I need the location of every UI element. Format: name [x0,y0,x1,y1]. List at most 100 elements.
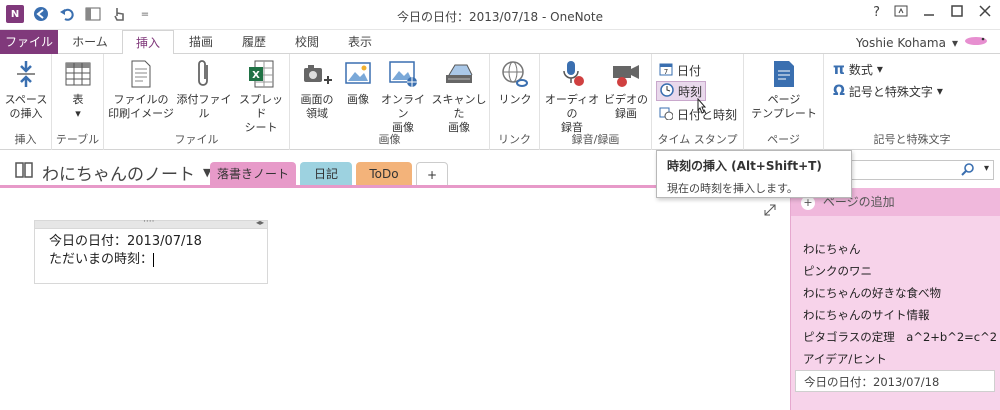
page-item[interactable]: ピンクのワニ [791,260,1000,282]
resize-arrows-icon[interactable]: ◂▸ [256,218,264,227]
picture-button[interactable]: 画像 [340,58,376,107]
attach-file-label: 添付ファイル [176,93,232,120]
date-button[interactable]: 7 日付 [656,60,704,80]
pi-icon: π [833,60,845,78]
scanner-icon [443,58,475,90]
scanned-image-button[interactable]: スキャンした 画像 [428,58,490,135]
record-audio-label: オーディオの [544,93,600,120]
group-label-symbols: 記号と特殊文字 [873,133,951,146]
record-audio-button[interactable]: オーディオの 録音 [542,58,602,135]
note-container-handle[interactable]: ···· ◂▸ [35,217,267,229]
section-tab-todo[interactable]: ToDo [356,162,412,186]
tab-draw[interactable]: 描画 [176,30,226,54]
page-item[interactable]: ピタゴラスの定理 a^2+b^2=c^2 [791,326,1000,348]
omega-icon: Ω [833,83,845,99]
printout-icon [125,58,157,90]
link-globe-icon [499,58,531,90]
page-template-button[interactable]: ページ テンプレート [748,58,820,121]
add-page-icon: + [801,196,815,210]
online-picture-label: オンライン [381,93,425,120]
notebook-icon [14,161,34,184]
record-video-label: ビデオの [604,93,648,106]
link-button[interactable]: リンク [494,58,536,107]
picture-icon [342,58,374,90]
help-button[interactable]: ? [873,5,880,21]
tab-view[interactable]: 表示 [334,30,386,54]
group-label-recording: 録音/録画 [571,133,620,146]
note-line-time-text: ただいまの時刻： [49,252,154,267]
insert-space-label: スペース [4,93,48,106]
search-input[interactable]: ▾ [840,160,994,180]
wani-avatar-icon [964,35,988,50]
notebook-selector[interactable]: わにちゃんのノート ▼ [14,160,211,185]
screen-clipping-button[interactable]: 画面の 領域 [292,58,342,121]
paperclip-icon [188,58,220,90]
picture-label: 画像 [347,93,369,106]
attach-file-button[interactable]: 添付ファイル [174,58,234,121]
svg-text:7: 7 [664,68,668,76]
ribbon-tabs: ファイル ホーム 挿入 描画 履歴 校閲 表示 Yoshie Kohama ▾ [0,30,1000,55]
group-recording: オーディオの 録音 ビデオの 録画 録音/録画 [540,54,652,150]
group-label-insert: 挿入 [14,133,37,146]
note-line-date[interactable]: 今日の日付：2013/07/18 [35,233,267,251]
tab-home[interactable]: ホーム [62,30,118,54]
tooltip: 時刻の挿入 (Alt+Shift+T) 現在の時刻を挿入します。 [656,150,852,198]
online-picture-button[interactable]: オンライン 画像 [376,58,430,135]
microphone-icon [556,58,588,90]
minimize-icon[interactable] [922,5,936,21]
group-label-page: ページ [767,133,800,146]
group-label-link: リンク [498,133,531,146]
page-item[interactable]: アイデア/ヒント [791,348,1000,370]
search-icon [961,162,975,179]
section-tab-scribble[interactable]: 落書きノート [210,162,296,186]
group-table: 表 ▾ テーブル [52,54,104,150]
section-tab-diary[interactable]: 日記 [300,162,352,186]
page-item[interactable]: わにちゃんの好きな食べ物 [791,282,1000,304]
time-label: 時刻 [678,84,703,99]
table-label: 表 [72,93,84,106]
tab-file[interactable]: ファイル [0,30,58,54]
group-label-timestamp: タイム スタンプ [657,133,738,146]
table-dropdown-icon: ▾ [75,107,81,120]
search-dropdown-icon[interactable]: ▾ [984,163,989,174]
equation-button[interactable]: π 数式 ▾ [830,59,886,79]
scanned-image-label: スキャンした [431,93,487,120]
page-item-selected[interactable]: 今日の日付：2013/07/18 [795,370,995,392]
page-item[interactable]: わにちゃん [791,238,1000,260]
close-icon[interactable] [978,5,992,21]
notebook-name: わにちゃんのノート [42,165,195,185]
page-list-pane: + ページの追加 わにちゃん ピンクのワニ わにちゃんの好きな食べ物 わにちゃん… [790,188,1000,410]
table-icon [62,58,94,90]
expand-icon[interactable] [764,204,776,219]
mouse-cursor-icon [694,97,708,119]
symbol-button[interactable]: Ω 記号と特殊文字 ▾ [830,81,946,101]
page-list-spacer [791,216,1000,238]
spreadsheet-button[interactable]: X スプレッド シート [234,58,288,135]
tab-review[interactable]: 校閲 [282,30,332,54]
maximize-icon[interactable] [950,5,964,21]
screen-clipping-icon [301,58,333,90]
ribbon-display-icon[interactable] [894,5,908,21]
group-label-file: ファイル [174,133,219,146]
group-page: ページ テンプレート ページ [744,54,824,150]
note-container[interactable]: ···· ◂▸ 今日の日付：2013/07/18 ただいまの時刻： [34,217,268,284]
tab-insert[interactable]: 挿入 [122,30,174,55]
symbol-dropdown-icon: ▾ [936,84,943,98]
page-item[interactable]: わにちゃんのサイト情報 [791,304,1000,326]
record-video-button[interactable]: ビデオの 録画 [602,58,650,121]
group-link: リンク リンク [490,54,540,150]
user-account[interactable]: Yoshie Kohama ▾ [856,35,988,50]
tooltip-description: 現在の時刻を挿入します。 [667,182,798,195]
user-dropdown-icon[interactable]: ▾ [952,36,958,50]
tab-history[interactable]: 履歴 [228,30,280,54]
record-video-label2: 録画 [615,107,637,120]
text-cursor [153,252,155,267]
user-name: Yoshie Kohama [855,35,946,50]
date-label: 日付 [677,63,702,78]
insert-space-button[interactable]: スペース の挿入 [2,58,50,121]
drag-dots-icon: ···· [143,217,155,227]
add-section-button[interactable]: + [416,162,448,186]
file-printout-button[interactable]: ファイルの 印刷イメージ [106,58,176,121]
table-button[interactable]: 表 ▾ [56,58,100,121]
note-line-time[interactable]: ただいまの時刻： [35,251,267,269]
